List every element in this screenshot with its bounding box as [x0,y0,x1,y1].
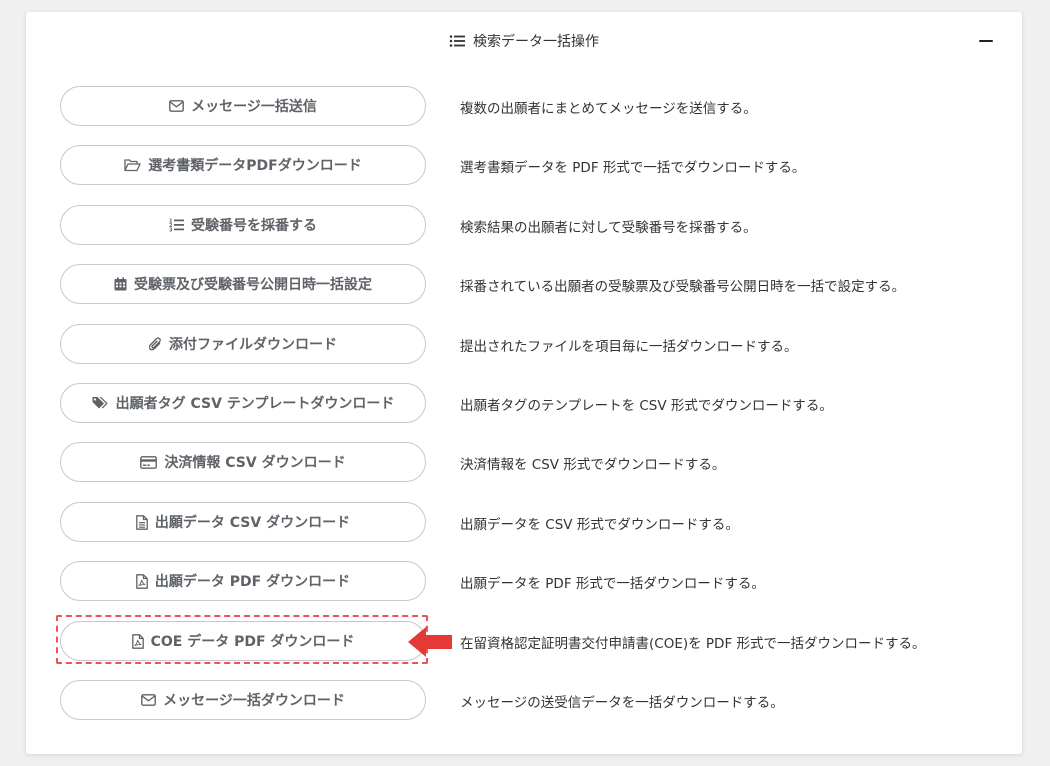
svg-text:3: 3 [169,228,173,233]
operation-row: 受験票及び受験番号公開日時一括設定 採番されている出願者の受験票及び受験番号公開日… [26,264,1022,306]
operation-description: 在留資格認定証明書交付申請書(COE)を PDF 形式で一括ダウンロードする。 [460,636,926,652]
operation-button-label: 出願データ PDF ダウンロード [154,574,351,590]
operation-row: 出願者タグ CSV テンプレートダウンロード 出願者タグのテンプレートを CSV … [26,383,1022,425]
operation-description: 複数の出願者にまとめてメッセージを送信する。 [460,101,757,117]
envelope-icon [169,100,185,112]
highlight-box [56,615,428,664]
operation-row: 添付ファイルダウンロード 提出されたファイルを項目毎に一括ダウンロードする。 [26,324,1022,366]
file-pdf-icon [136,573,148,589]
card-header[interactable]: 検索データ一括操作 [26,12,1022,70]
file-text-icon [136,514,148,530]
operation-description: 提出されたファイルを項目毎に一括ダウンロードする。 [460,339,798,355]
operation-button-label: 受験票及び受験番号公開日時一括設定 [134,277,372,293]
operation-button[interactable]: 出願者タグ CSV テンプレートダウンロード [60,383,426,423]
operation-button[interactable]: 出願データ PDF ダウンロード [60,561,426,601]
operation-button[interactable]: 1 2 3 受験番号を採番する [60,205,426,245]
operation-row: 1 2 3 受験番号を採番する 検索結果の出願者に対して受験番号を採番する。 [26,205,1022,247]
operation-description: 採番されている出願者の受験票及び受験番号公開日時を一括で設定する。 [460,279,906,295]
folder-open-icon [124,158,141,172]
operation-button-label: メッセージ一括ダウンロード [163,693,345,709]
operation-description: 選考書類データを PDF 形式で一括でダウンロードする。 [460,160,806,176]
operation-button[interactable]: 受験票及び受験番号公開日時一括設定 [60,264,426,304]
operation-button-label: 受験番号を採番する [191,218,317,234]
operation-description: 検索結果の出願者に対して受験番号を採番する。 [460,220,757,236]
operation-description: 出願者タグのテンプレートを CSV 形式でダウンロードする。 [460,398,833,414]
operation-description: 出願データを PDF 形式で一括ダウンロードする。 [460,576,765,592]
operation-button[interactable]: メッセージ一括送信 [60,86,426,126]
operation-button-label: 選考書類データPDFダウンロード [148,158,362,174]
operation-row: メッセージ一括ダウンロード メッセージの送受信データを一括ダウンロードする。 [26,680,1022,722]
operation-row: 決済情報 CSV ダウンロード 決済情報を CSV 形式でダウンロードする。 [26,442,1022,484]
operation-button[interactable]: 選考書類データPDFダウンロード [60,145,426,185]
operation-description: メッセージの送受信データを一括ダウンロードする。 [460,695,784,711]
minus-icon [979,39,993,43]
operation-button-label: 出願者タグ CSV テンプレートダウンロード [115,396,395,412]
page-title: 検索データ一括操作 [473,34,599,50]
operation-button-label: 出願データ CSV ダウンロード [154,515,351,531]
collapse-button[interactable] [976,32,996,50]
operation-row: 選考書類データPDFダウンロード 選考書類データを PDF 形式で一括でダウンロー… [26,145,1022,187]
operation-row: 出願データ CSV ダウンロード 出願データを CSV 形式でダウンロードする。 [26,502,1022,544]
calendar-icon [114,277,127,291]
operation-description: 出願データを CSV 形式でダウンロードする。 [460,517,739,533]
list-ol-icon: 123 [169,218,184,232]
operation-button[interactable]: メッセージ一括ダウンロード [60,680,426,720]
operation-button[interactable]: 決済情報 CSV ダウンロード [60,442,426,482]
operation-button-label: 決済情報 CSV ダウンロード [164,455,346,471]
envelope-icon [141,694,157,706]
credit-card-icon [140,455,158,469]
list-icon [449,34,465,48]
operation-button-label: メッセージ一括送信 [191,99,317,115]
header-title-group: 検索データ一括操作 [449,31,599,51]
operation-row: メッセージ一括送信 複数の出願者にまとめてメッセージを送信する。 [26,86,1022,128]
operation-row: 出願データ PDF ダウンロード 出願データを PDF 形式で一括ダウンロードする… [26,561,1022,603]
red-arrow-icon [408,625,452,663]
operation-button[interactable]: 添付ファイルダウンロード [60,324,426,364]
bulk-operations-card: 検索データ一括操作 メッセージ一括送信 複数の出願者にまとめてメッセージを送信する… [26,12,1022,754]
paperclip-icon [149,336,162,352]
operation-button[interactable]: 出願データ CSV ダウンロード [60,502,426,542]
operation-button-label: 添付ファイルダウンロード [169,337,337,353]
tags-icon [92,396,109,410]
operation-description: 決済情報を CSV 形式でダウンロードする。 [460,457,726,473]
